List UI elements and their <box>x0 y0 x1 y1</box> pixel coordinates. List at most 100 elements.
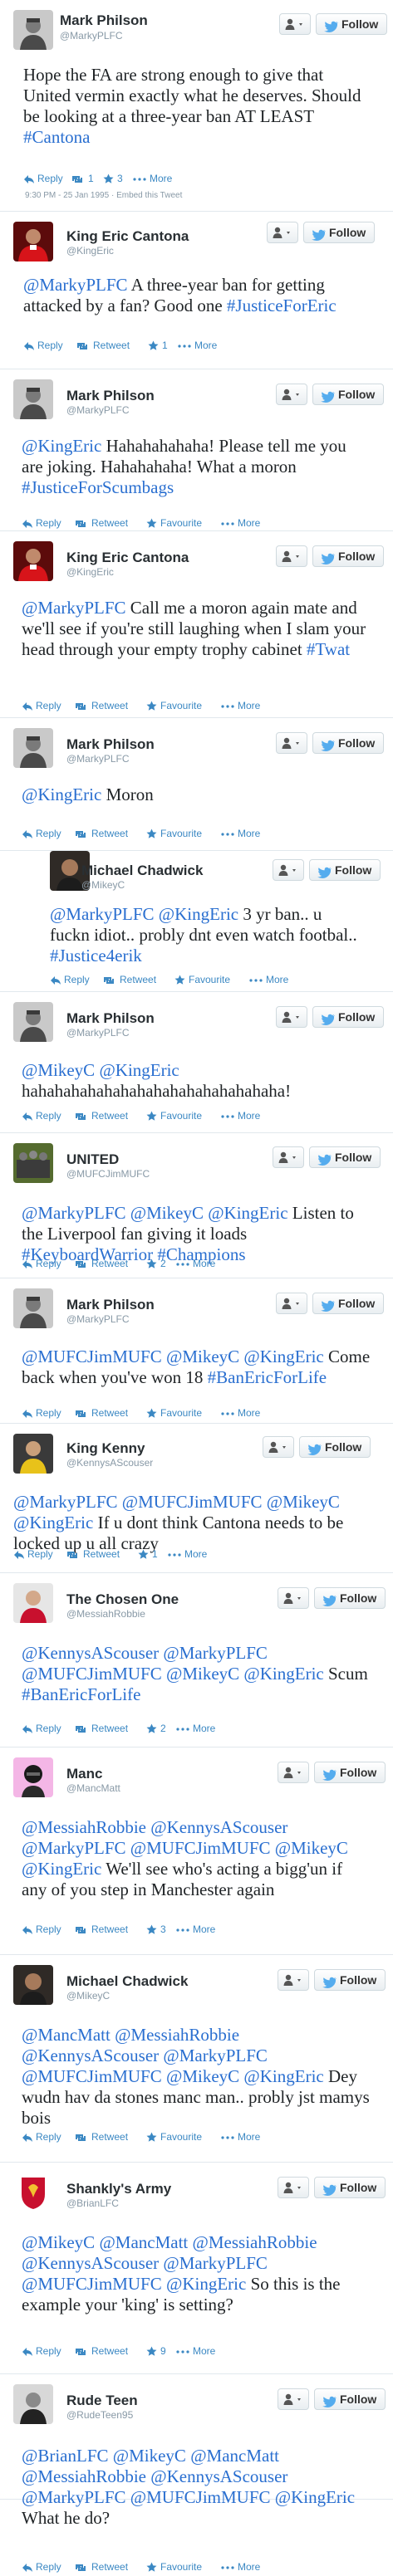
follow-button[interactable]: Follow <box>316 13 387 35</box>
display-name[interactable]: King Kenny <box>66 1440 145 1457</box>
mention-link[interactable]: @MUFCJimMUFC <box>22 2066 162 2086</box>
mention-link[interactable]: @KingEric <box>243 1664 323 1684</box>
mention-link[interactable]: @KennysAScouser <box>22 1643 159 1663</box>
avatar[interactable] <box>13 2384 53 2424</box>
follow-button[interactable]: Follow <box>312 545 384 567</box>
display-name[interactable]: Mark Philson <box>66 1010 155 1027</box>
screen-name[interactable]: @MarkyPLFC <box>66 1313 130 1325</box>
mention-link[interactable]: @MikeyC <box>130 1203 204 1223</box>
screen-name[interactable]: @KingEric <box>66 245 114 257</box>
user-actions-button[interactable] <box>276 545 307 567</box>
display-name[interactable]: Rude Teen <box>66 2393 138 2409</box>
hashtag-link[interactable]: #Cantona <box>23 127 90 147</box>
avatar[interactable] <box>13 1143 53 1183</box>
display-name[interactable]: The Chosen One <box>66 1591 179 1608</box>
avatar[interactable] <box>13 10 53 50</box>
mention-link[interactable]: @KingEric <box>22 1859 101 1879</box>
hashtag-link[interactable]: #Justice4erik <box>50 946 142 965</box>
follow-button[interactable]: Follow <box>314 1969 386 1991</box>
screen-name[interactable]: @MancMatt <box>66 1782 120 1794</box>
mention-link[interactable]: @MarkyPLFC <box>50 904 155 924</box>
follow-button[interactable]: Follow <box>314 2177 386 2198</box>
screen-name[interactable]: @MarkyPLFC <box>60 30 123 42</box>
avatar[interactable] <box>13 2173 53 2212</box>
follow-button[interactable]: Follow <box>314 1587 386 1609</box>
avatar[interactable] <box>13 379 53 419</box>
user-actions-button[interactable] <box>273 859 304 881</box>
mention-link[interactable]: @KingEric <box>99 1060 179 1080</box>
mention-link[interactable]: @MarkyPLFC <box>13 1492 118 1512</box>
mention-link[interactable]: @KennysAScouser <box>150 2466 287 2486</box>
mention-link[interactable]: @MikeyC <box>166 1664 239 1684</box>
mention-link[interactable]: @MarkyPLFC <box>22 1203 126 1223</box>
screen-name[interactable]: @RudeTeen95 <box>66 2409 133 2421</box>
mention-link[interactable]: @KingEric <box>243 2066 323 2086</box>
user-actions-button[interactable] <box>278 1587 309 1609</box>
mention-link[interactable]: @MarkyPLFC <box>22 598 126 618</box>
follow-button[interactable]: Follow <box>299 1436 371 1458</box>
hashtag-link[interactable]: #BanEricForLife <box>22 1684 140 1704</box>
avatar[interactable] <box>13 1583 53 1623</box>
follow-button[interactable]: Follow <box>312 732 384 754</box>
mention-link[interactable]: @MarkyPLFC <box>22 1838 126 1858</box>
mention-link[interactable]: @MessiahRobbie <box>22 1817 146 1837</box>
follow-button[interactable]: Follow <box>309 1146 381 1168</box>
mention-link[interactable]: @MarkyPLFC <box>22 2487 126 2507</box>
user-actions-button[interactable] <box>267 222 298 243</box>
display-name[interactable]: UNITED <box>66 1151 119 1168</box>
user-actions-button[interactable] <box>279 13 311 35</box>
display-name[interactable]: Michael Chadwick <box>66 1973 188 1990</box>
screen-name[interactable]: @MikeyC <box>81 879 125 891</box>
mention-link[interactable]: @MancMatt <box>190 2446 279 2466</box>
follow-button[interactable]: Follow <box>312 1293 384 1314</box>
screen-name[interactable]: @KingEric <box>66 566 114 578</box>
hashtag-link[interactable]: #JusticeForScumbags <box>22 477 174 497</box>
mention-link[interactable]: @KingEric <box>22 436 101 456</box>
mention-link[interactable]: @MUFCJimMUFC <box>130 1838 271 1858</box>
mention-link[interactable]: @MessiahRobbie <box>193 2232 317 2252</box>
user-actions-button[interactable] <box>276 384 307 405</box>
mention-link[interactable]: @MUFCJimMUFC <box>22 1347 162 1366</box>
hashtag-link[interactable]: #BanEricForLife <box>208 1367 327 1387</box>
mention-link[interactable]: @KingEric <box>13 1513 93 1532</box>
mention-link[interactable]: @KingEric <box>243 1347 323 1366</box>
screen-name[interactable]: @MarkyPLFC <box>66 404 130 416</box>
follow-button[interactable]: Follow <box>314 2388 386 2410</box>
mention-link[interactable]: @MarkyPLFC <box>163 2046 268 2065</box>
mention-link[interactable]: @MUFCJimMUFC <box>22 2274 162 2294</box>
display-name[interactable]: Mark Philson <box>66 736 155 753</box>
display-name[interactable]: King Eric Cantona <box>66 550 189 566</box>
mention-link[interactable]: @MikeyC <box>22 1060 95 1080</box>
avatar[interactable] <box>13 1288 53 1328</box>
mention-link[interactable]: @MarkyPLFC <box>163 1643 268 1663</box>
user-actions-button[interactable] <box>278 2177 309 2198</box>
mention-link[interactable]: @MarkyPLFC <box>163 2253 268 2273</box>
mention-link[interactable]: @MikeyC <box>113 2446 186 2466</box>
follow-button[interactable]: Follow <box>303 222 375 243</box>
user-actions-button[interactable] <box>278 1762 309 1783</box>
avatar[interactable] <box>13 1002 53 1042</box>
mention-link[interactable]: @KingEric <box>166 2274 246 2294</box>
mention-link[interactable]: @MUFCJimMUFC <box>22 1664 162 1684</box>
screen-name[interactable]: @KennysAScouser <box>66 1457 153 1469</box>
mention-link[interactable]: @KingEric <box>22 785 101 804</box>
avatar[interactable] <box>13 1757 53 1797</box>
mention-link[interactable]: @MessiahRobbie <box>115 2025 239 2045</box>
screen-name[interactable]: @MarkyPLFC <box>66 753 130 765</box>
mention-link[interactable]: @MikeyC <box>275 1838 348 1858</box>
user-actions-button[interactable] <box>278 2388 309 2410</box>
screen-name[interactable]: @BrianLFC <box>66 2197 119 2209</box>
display-name[interactable]: Mark Philson <box>66 388 155 404</box>
user-actions-button[interactable] <box>278 1969 309 1991</box>
mention-link[interactable]: @MessiahRobbie <box>22 2466 146 2486</box>
mention-link[interactable]: @MikeyC <box>166 1347 239 1366</box>
display-name[interactable]: Manc <box>66 1766 102 1782</box>
screen-name[interactable]: @MUFCJimMUFC <box>66 1168 150 1180</box>
avatar[interactable] <box>13 1965 53 2005</box>
follow-button[interactable]: Follow <box>312 1006 384 1028</box>
display-name[interactable]: King Eric Cantona <box>66 228 189 245</box>
avatar[interactable] <box>13 541 53 581</box>
user-actions-button[interactable] <box>276 1006 307 1028</box>
mention-link[interactable]: @MancMatt <box>99 2232 188 2252</box>
avatar[interactable] <box>13 728 53 768</box>
